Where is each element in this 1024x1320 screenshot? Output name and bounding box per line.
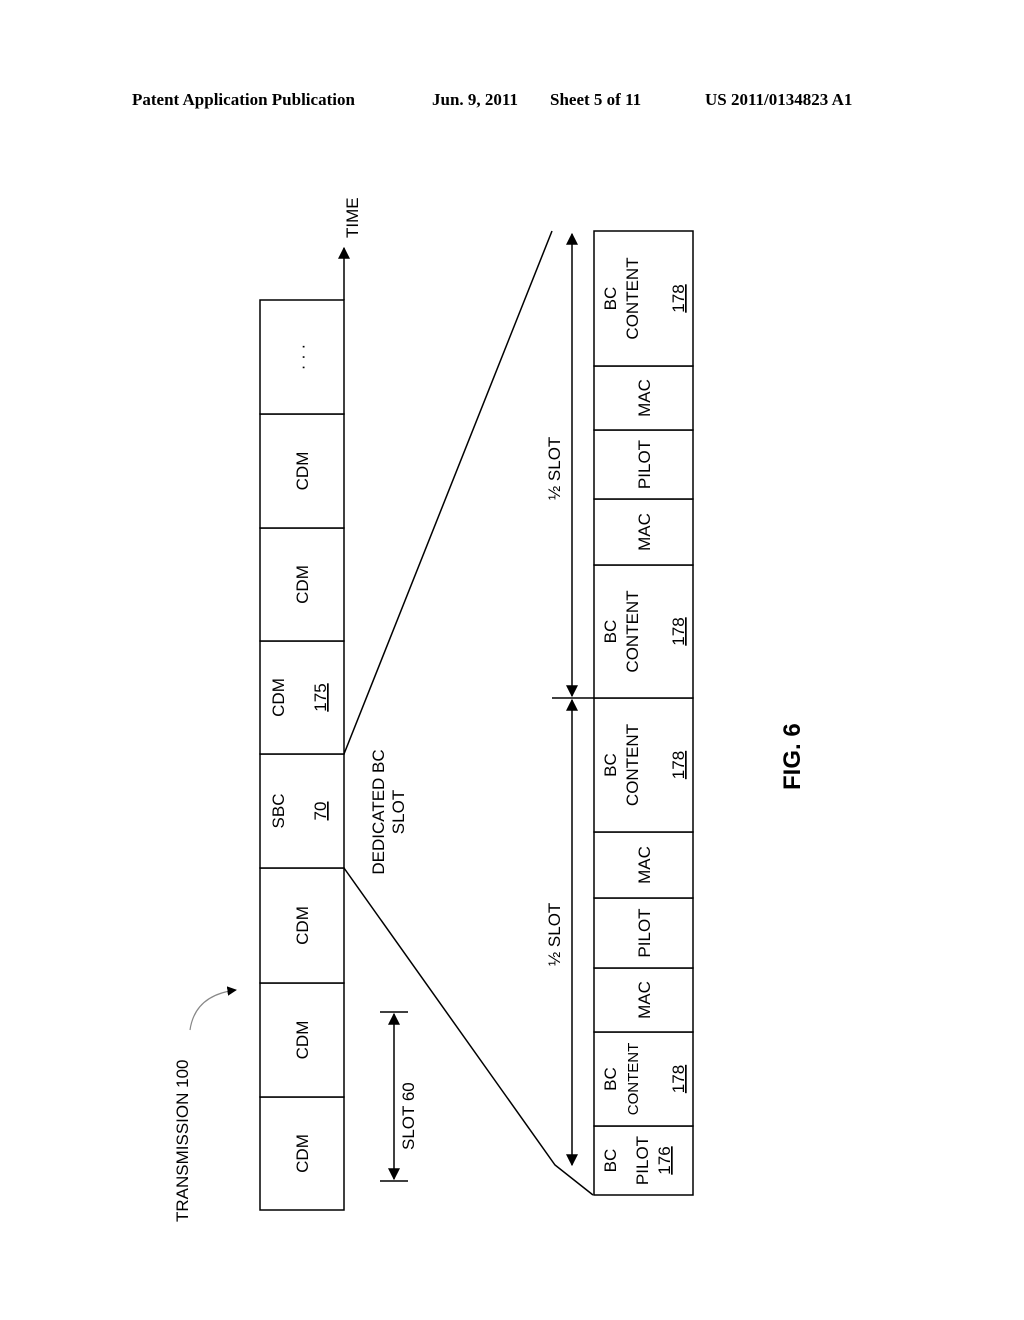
half-slot-label-top: ½ SLOT: [545, 437, 564, 500]
bc-segment: BC CONTENT 178: [593, 564, 694, 699]
segment-label: MAC: [635, 379, 654, 417]
transmission-slots: CDM CDM CDM SBC 70 CDM 175 CDM CDM · · ·: [259, 299, 345, 1211]
segment-label-line2: CONTENT: [623, 590, 642, 672]
segment-label-line1: BC: [601, 620, 620, 644]
transmission-slot: · · ·: [259, 299, 345, 415]
transmission-slot: CDM 175: [259, 640, 345, 755]
transmission-label: TRANSMISSION 100: [173, 1060, 192, 1223]
slot-label: SLOT 60: [399, 1082, 418, 1150]
expansion-line-top: [343, 230, 553, 755]
slot-label: SBC: [269, 794, 288, 829]
bc-segment: BC CONTENT 178: [593, 230, 694, 367]
slot-ref: 70: [311, 802, 330, 821]
segment-label-line2: PILOT: [633, 1136, 652, 1185]
bc-segment: MAC: [593, 967, 694, 1033]
transmission-slot: SBC 70: [259, 753, 345, 869]
bc-segment: MAC: [593, 498, 694, 566]
segment-ref: 178: [669, 617, 688, 645]
transmission-slot: CDM: [259, 413, 345, 529]
segment-ref: 178: [669, 751, 688, 779]
segment-label-line2: CONTENT: [625, 1043, 642, 1116]
dedicated-bc-label-line1: DEDICATED BC: [369, 749, 388, 874]
segment-label: MAC: [635, 981, 654, 1019]
slot-label: CDM: [293, 1134, 312, 1173]
segment-label-line2: CONTENT: [623, 257, 642, 339]
segment-label-line1: BC: [601, 753, 620, 777]
segment-label: PILOT: [635, 440, 654, 489]
transmission-slot: CDM: [259, 867, 345, 984]
transmission-slot: CDM: [259, 1096, 345, 1211]
bc-segment: BC CONTENT 178: [593, 697, 694, 833]
slot-label: CDM: [269, 678, 288, 717]
time-label: TIME: [343, 197, 362, 238]
bc-segment: BC PILOT 176: [593, 1125, 694, 1196]
segment-ref: 176: [655, 1146, 674, 1174]
transmission-slot: CDM: [259, 527, 345, 642]
half-slot-label-bottom: ½ SLOT: [545, 903, 564, 966]
segment-label: MAC: [635, 846, 654, 884]
transmission-diagram: CDM CDM CDM SBC 70 CDM 175 CDM CDM · · · TIME TRA…: [173, 197, 806, 1223]
slot-label: CDM: [293, 1021, 312, 1060]
slot-label: · · ·: [293, 344, 312, 370]
bc-segment: PILOT: [593, 429, 694, 500]
figure-label: FIG. 6: [779, 723, 806, 790]
bc-segment: PILOT: [593, 897, 694, 969]
segment-ref: 178: [669, 1065, 688, 1093]
bc-segment: MAC: [593, 365, 694, 431]
bc-segment: MAC: [593, 831, 694, 899]
segment-label: PILOT: [635, 908, 654, 957]
slot-label: CDM: [293, 906, 312, 945]
slot-label: CDM: [293, 565, 312, 604]
transmission-pointer-arrow: [189, 986, 237, 1031]
segment-label-line1: BC: [601, 1067, 620, 1091]
expanded-bc-slot: BC PILOT 176BC CONTENT 178MACPILOTMACBC CONTE…: [593, 230, 694, 1196]
segment-label: MAC: [635, 513, 654, 551]
segment-label-line1: BC: [601, 1149, 620, 1173]
segment-label-line1: BC: [601, 287, 620, 311]
transmission-slot: CDM: [259, 982, 345, 1098]
segment-label-line2: CONTENT: [623, 724, 642, 806]
dedicated-bc-label-line2: SLOT: [389, 790, 408, 834]
segment-ref: 178: [669, 284, 688, 312]
bc-segment: BC CONTENT 178: [593, 1031, 694, 1127]
slot-label: CDM: [293, 452, 312, 491]
slot-ref: 175: [311, 683, 330, 711]
